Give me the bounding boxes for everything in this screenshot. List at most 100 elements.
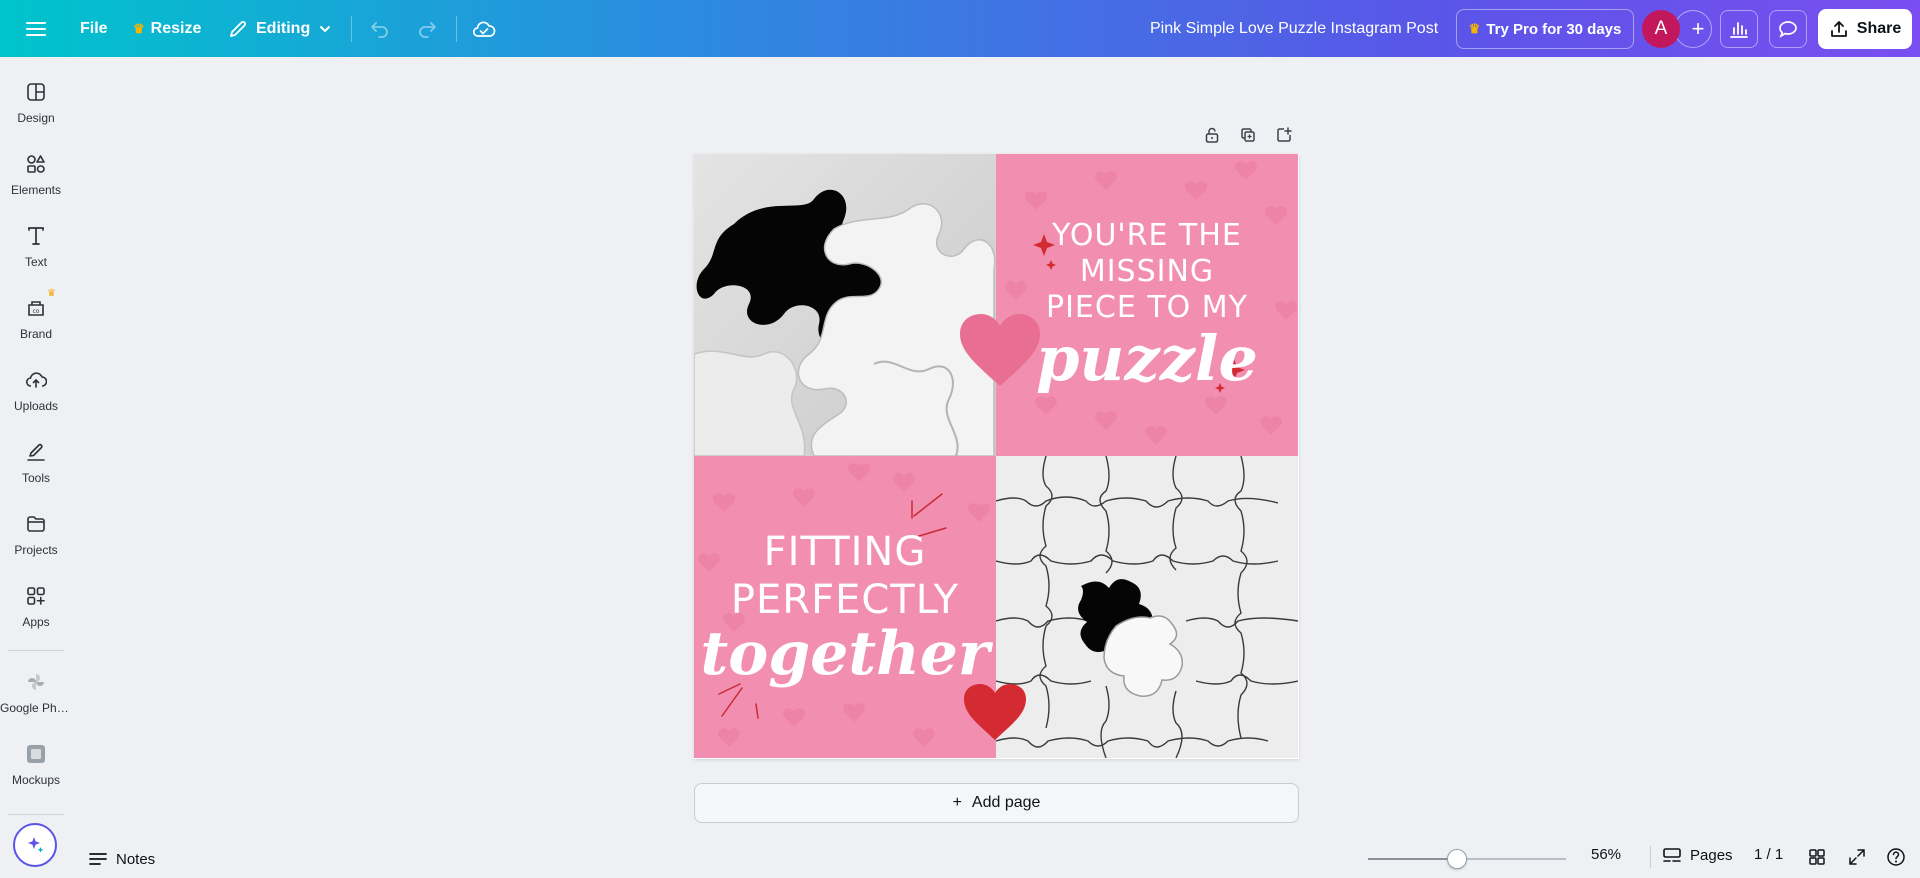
- bottom-divider: [1650, 846, 1651, 868]
- pages-icon: [1663, 848, 1681, 862]
- share-button[interactable]: Share: [1818, 9, 1912, 49]
- projects-icon: [24, 512, 48, 536]
- duplicate-page-icon[interactable]: [1237, 124, 1259, 146]
- sidebar-item-label: Design: [17, 111, 55, 125]
- chevron-down-icon: [320, 25, 331, 32]
- sidebar-item-label: Projects: [14, 543, 58, 557]
- sidebar-item-tools[interactable]: Tools: [0, 440, 72, 504]
- svg-text:co: co: [33, 308, 40, 315]
- sidebar-item-label: Elements: [10, 183, 62, 197]
- sidebar-item-label: Brand: [19, 327, 53, 341]
- add-page-icon[interactable]: [1273, 124, 1295, 146]
- sidebar-item-label: Google Pho...: [0, 701, 72, 715]
- main-menu-icon[interactable]: [24, 0, 48, 57]
- zoom-slider-thumb[interactable]: [1447, 849, 1468, 869]
- file-menu-button[interactable]: File: [80, 0, 108, 57]
- pink-heart-decoration: [960, 314, 1040, 386]
- quote-line: YOU'RE THE: [1052, 218, 1242, 253]
- tools-icon: [24, 440, 48, 464]
- zoom-slider-fill: [1368, 858, 1458, 860]
- quote-line: MISSING: [1079, 254, 1215, 289]
- brand-icon: co ♛: [24, 288, 56, 320]
- editing-mode-button[interactable]: Editing: [228, 0, 332, 57]
- notes-button[interactable]: Notes: [88, 845, 155, 873]
- sidebar-item-label: Apps: [22, 615, 50, 629]
- sidebar-divider: [8, 650, 64, 651]
- undo-icon[interactable]: [369, 0, 391, 57]
- apps-icon: [24, 584, 48, 608]
- design-page[interactable]: YOU'RE THE MISSING PIECE TO MY puzzle FI…: [694, 154, 1299, 759]
- quote-panel-bottom[interactable]: FITTING PERFECTLY together: [694, 456, 996, 758]
- toolbar-divider: [351, 16, 352, 42]
- quote-line: PERFECTLY: [730, 577, 960, 623]
- share-label: Share: [1856, 20, 1902, 37]
- quote-panel-top[interactable]: YOU'RE THE MISSING PIECE TO MY puzzle: [996, 154, 1298, 456]
- help-icon[interactable]: [1885, 846, 1907, 868]
- top-toolbar: File ♛ Resize Editing Pink Simple Love P…: [0, 0, 1920, 57]
- sidebar-item-uploads[interactable]: Uploads: [0, 368, 72, 432]
- quote-line: FITTING: [763, 529, 927, 575]
- try-pro-label: Try Pro for 30 days: [1486, 20, 1622, 38]
- sparkle-icon: [17, 827, 53, 863]
- pages-button[interactable]: Pages: [1662, 846, 1733, 864]
- grid-view-icon[interactable]: [1806, 846, 1828, 868]
- sidebar-item-apps[interactable]: Apps: [0, 584, 72, 648]
- upload-icon: [1830, 21, 1847, 37]
- sidebar-item-google-photos[interactable]: Google Pho...: [0, 670, 72, 734]
- puzzle-photo-top-left[interactable]: [694, 154, 996, 456]
- document-title[interactable]: Pink Simple Love Puzzle Instagram Post: [1150, 0, 1438, 57]
- sidebar-item-label: Tools: [21, 471, 50, 485]
- puzzle-photo-bottom-right[interactable]: [996, 456, 1298, 758]
- zoom-slider[interactable]: [1368, 849, 1566, 869]
- notes-label: Notes: [116, 850, 156, 868]
- sidebar-item-label: Uploads: [13, 399, 59, 413]
- plus-icon: +: [1691, 16, 1705, 41]
- add-page-label: Add page: [971, 794, 1041, 811]
- pages-label: Pages: [1690, 846, 1733, 864]
- sidebar-item-label: Text: [24, 255, 47, 269]
- text-icon: [24, 224, 48, 248]
- crown-icon: ♛: [1468, 21, 1481, 36]
- sidebar-divider: [8, 814, 64, 815]
- page-toolbar: [1201, 124, 1295, 146]
- left-sidebar: Design Elements Text co ♛ Brand Uploads …: [0, 57, 72, 878]
- editing-label: Editing: [256, 19, 311, 37]
- add-page-button[interactable]: + Add page: [694, 783, 1299, 823]
- comment-icon: [1779, 21, 1797, 38]
- sidebar-item-label: Mockups: [11, 773, 61, 787]
- fullscreen-icon[interactable]: [1846, 846, 1868, 868]
- notes-icon: [89, 853, 107, 865]
- google-photos-icon: [24, 670, 48, 694]
- sidebar-item-elements[interactable]: Elements: [0, 152, 72, 216]
- crown-icon: ♛: [47, 288, 56, 299]
- red-heart-decoration: [964, 684, 1026, 740]
- sidebar-item-mockups[interactable]: Mockups: [0, 742, 72, 806]
- plus-icon: +: [952, 794, 962, 811]
- mockups-icon: [24, 742, 48, 766]
- uploads-icon: [24, 368, 48, 392]
- quote-script-word: together: [700, 619, 990, 689]
- toolbar-divider: [456, 16, 457, 42]
- lock-icon[interactable]: [1201, 124, 1223, 146]
- pencil-icon: [230, 20, 246, 37]
- elements-icon: [24, 152, 48, 176]
- sidebar-item-text[interactable]: Text: [0, 224, 72, 288]
- quote-text-bottom[interactable]: FITTING PERFECTLY together: [694, 528, 996, 684]
- try-pro-button[interactable]: ♛ Try Pro for 30 days: [1456, 9, 1634, 49]
- zoom-level[interactable]: 56%: [1591, 846, 1621, 863]
- sidebar-item-brand[interactable]: co ♛ Brand: [0, 288, 72, 360]
- resize-button[interactable]: ♛ Resize: [133, 0, 201, 57]
- insights-button[interactable]: [1720, 10, 1758, 48]
- page-count: 1 / 1: [1754, 846, 1784, 863]
- comments-button[interactable]: [1769, 10, 1807, 48]
- sidebar-item-projects[interactable]: Projects: [0, 512, 72, 576]
- redo-icon[interactable]: [416, 0, 438, 57]
- magic-assistant-button[interactable]: [13, 823, 57, 867]
- crown-icon: ♛: [133, 20, 145, 36]
- resize-label: Resize: [150, 19, 202, 37]
- bar-chart-icon: [1730, 22, 1748, 38]
- sidebar-item-design[interactable]: Design: [0, 80, 72, 144]
- design-icon: [24, 80, 48, 104]
- avatar[interactable]: A: [1642, 10, 1680, 48]
- cloud-save-icon[interactable]: [472, 0, 496, 57]
